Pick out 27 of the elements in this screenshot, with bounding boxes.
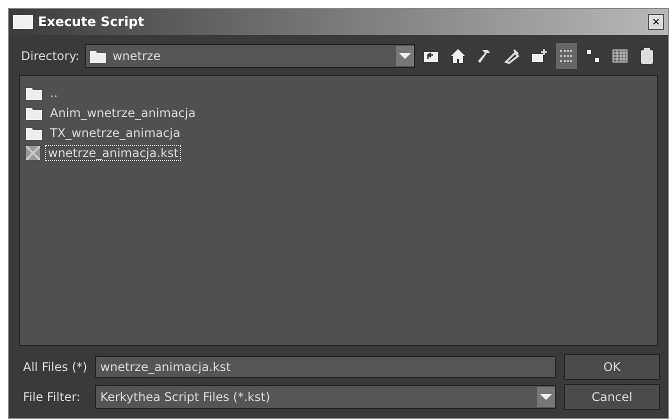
file-item[interactable]: TX_wnetrze_animacja [47, 125, 184, 141]
directory-label: Directory: [21, 49, 80, 63]
file-filter-value: Kerkythea Script Files (*.kst) [100, 390, 270, 404]
file-name-field[interactable]: wnetrze_animacja.kst [95, 356, 556, 378]
grid-view-icon [611, 47, 630, 65]
folder-icon [26, 86, 42, 100]
file-item[interactable]: .. [47, 85, 61, 101]
tool-icon [503, 47, 522, 65]
ok-button[interactable]: OK [564, 354, 660, 380]
window-icon [13, 15, 33, 29]
close-button[interactable]: × [648, 14, 664, 30]
directory-value: wnetrze [112, 49, 161, 63]
file-filter-dropdown[interactable]: Kerkythea Script Files (*.kst) [95, 385, 556, 409]
file-name-label: All Files (*) [23, 360, 88, 374]
home-icon [449, 47, 468, 65]
folder-icon [26, 106, 42, 120]
new-folder-icon [530, 47, 548, 65]
script-file-icon [26, 146, 40, 160]
cancel-button[interactable]: Cancel [564, 384, 660, 410]
file-item[interactable]: wnetrze_animacja.kst [45, 145, 182, 161]
file-item[interactable]: Anim_wnetrze_animacja [47, 105, 199, 121]
folder-icon [26, 126, 42, 140]
directory-dropdown[interactable]: wnetrze [85, 44, 415, 68]
toolbar-button[interactable] [556, 43, 577, 69]
window-title: Execute Script [38, 14, 146, 30]
file-filter-label: File Filter: [23, 390, 82, 404]
folder-icon [90, 50, 106, 62]
